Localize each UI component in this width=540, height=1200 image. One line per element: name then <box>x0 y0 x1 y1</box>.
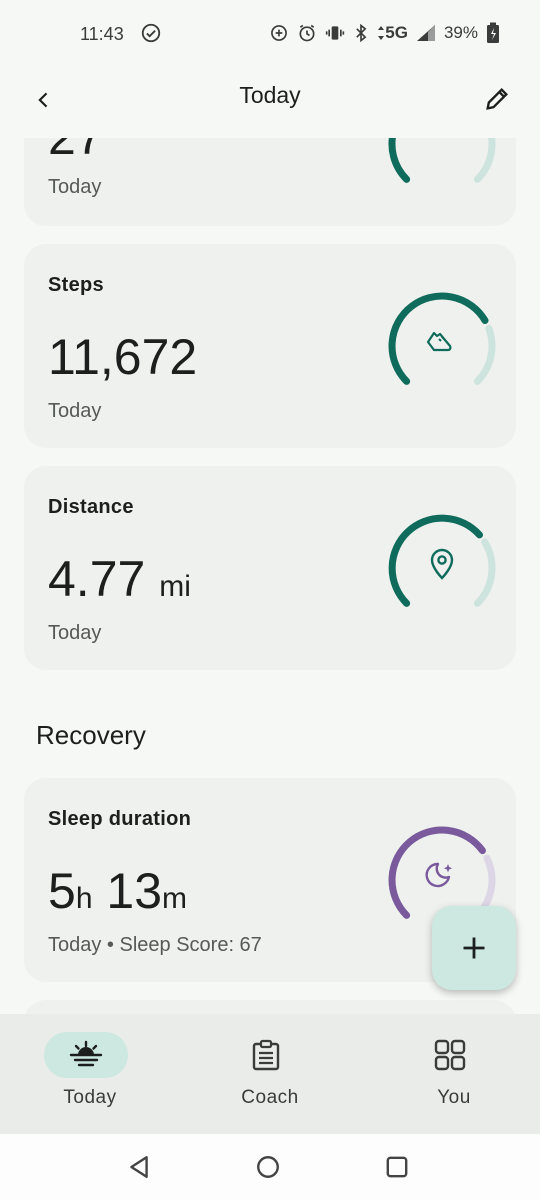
sleep-minutes-unit: m <box>162 882 188 915</box>
steps-progress-ring <box>388 292 496 385</box>
vibrate-icon <box>325 23 345 43</box>
steps-card[interactable]: Steps 11,672 Today <box>24 244 516 448</box>
distance-sub: Today <box>48 622 102 644</box>
ring-progress <box>388 138 411 183</box>
ring-track <box>473 138 496 183</box>
clipboard-icon <box>252 1039 280 1071</box>
nav-item-you[interactable]: You <box>364 1014 540 1134</box>
app-header: Today <box>0 70 540 138</box>
next-card-partial[interactable] <box>24 1000 516 1014</box>
network-type: 5G <box>377 23 408 43</box>
sleep-hours: 5 <box>48 863 76 919</box>
status-bar: 11:43 5G 39% <box>0 0 540 70</box>
status-icons: 5G 39% <box>269 22 500 44</box>
status-time: 11:43 <box>80 24 124 44</box>
metric-sub: Today <box>48 176 102 198</box>
system-recents-button[interactable] <box>380 1150 414 1184</box>
battery-icon <box>486 22 500 44</box>
plus-icon <box>463 937 485 959</box>
sleep-hours-unit: h <box>75 882 93 915</box>
moon-sparkle-icon <box>425 862 453 888</box>
distance-card[interactable]: Distance 4.77 mi Today <box>24 466 516 670</box>
sleep-sub: Today • Sleep Score: 67 <box>48 934 262 956</box>
edit-button[interactable] <box>480 82 514 116</box>
nav-pill <box>224 1032 308 1078</box>
metric-card-partial[interactable]: 27 Today <box>24 138 516 226</box>
circle-home-icon <box>257 1156 279 1178</box>
ring-track <box>473 324 496 385</box>
nav-pill <box>408 1032 492 1078</box>
content-scroll[interactable]: 27 Today Steps 11,672 Today Distance 4.7… <box>0 138 540 1014</box>
nav-item-today[interactable]: Today <box>0 1014 180 1134</box>
battery-percent: 39% <box>443 23 478 42</box>
system-back-button[interactable] <box>122 1150 156 1184</box>
system-nav-bar <box>0 1134 540 1200</box>
progress-ring <box>388 138 496 183</box>
distance-label: Distance <box>48 496 134 518</box>
distance-value: 4.77 mi <box>48 550 191 608</box>
shoe-icon <box>426 331 452 352</box>
ring-progress <box>388 292 489 385</box>
steps-sub: Today <box>48 400 102 422</box>
nav-active-pill <box>44 1032 128 1078</box>
nav-label-you: You <box>437 1087 471 1108</box>
metric-value: 27 <box>48 138 104 166</box>
ring-track <box>473 538 496 607</box>
nav-label-today: Today <box>63 1087 117 1108</box>
alarm-icon <box>297 23 317 43</box>
check-circle-icon <box>140 22 162 49</box>
ring-progress <box>388 514 484 607</box>
distance-progress-ring <box>388 514 496 607</box>
signal-icon <box>416 24 436 42</box>
steps-label: Steps <box>48 274 104 296</box>
system-home-button[interactable] <box>251 1150 285 1184</box>
sleep-label: Sleep duration <box>48 808 192 830</box>
add-button[interactable] <box>432 906 516 990</box>
nav-item-coach[interactable]: Coach <box>180 1014 360 1134</box>
steps-value: 11,672 <box>48 329 198 385</box>
recovery-section-title: Recovery <box>36 720 146 750</box>
location-pin-icon <box>430 548 454 580</box>
distance-unit: mi <box>159 570 191 603</box>
bluetooth-icon <box>353 23 369 43</box>
grid-icon <box>434 1039 466 1071</box>
bottom-nav: Today Coach You <box>0 1014 540 1134</box>
nav-label-coach: Coach <box>241 1087 299 1108</box>
triangle-back-icon <box>130 1156 148 1178</box>
pencil-icon <box>486 88 508 110</box>
sleep-minutes: 13 <box>106 863 163 919</box>
page-title: Today <box>239 82 301 108</box>
sunrise-icon <box>69 1040 103 1067</box>
distance-number: 4.77 <box>48 551 146 607</box>
sleep-value: 5h 13m <box>48 862 187 920</box>
square-recents-icon <box>386 1156 408 1178</box>
data-saver-icon <box>269 23 289 43</box>
